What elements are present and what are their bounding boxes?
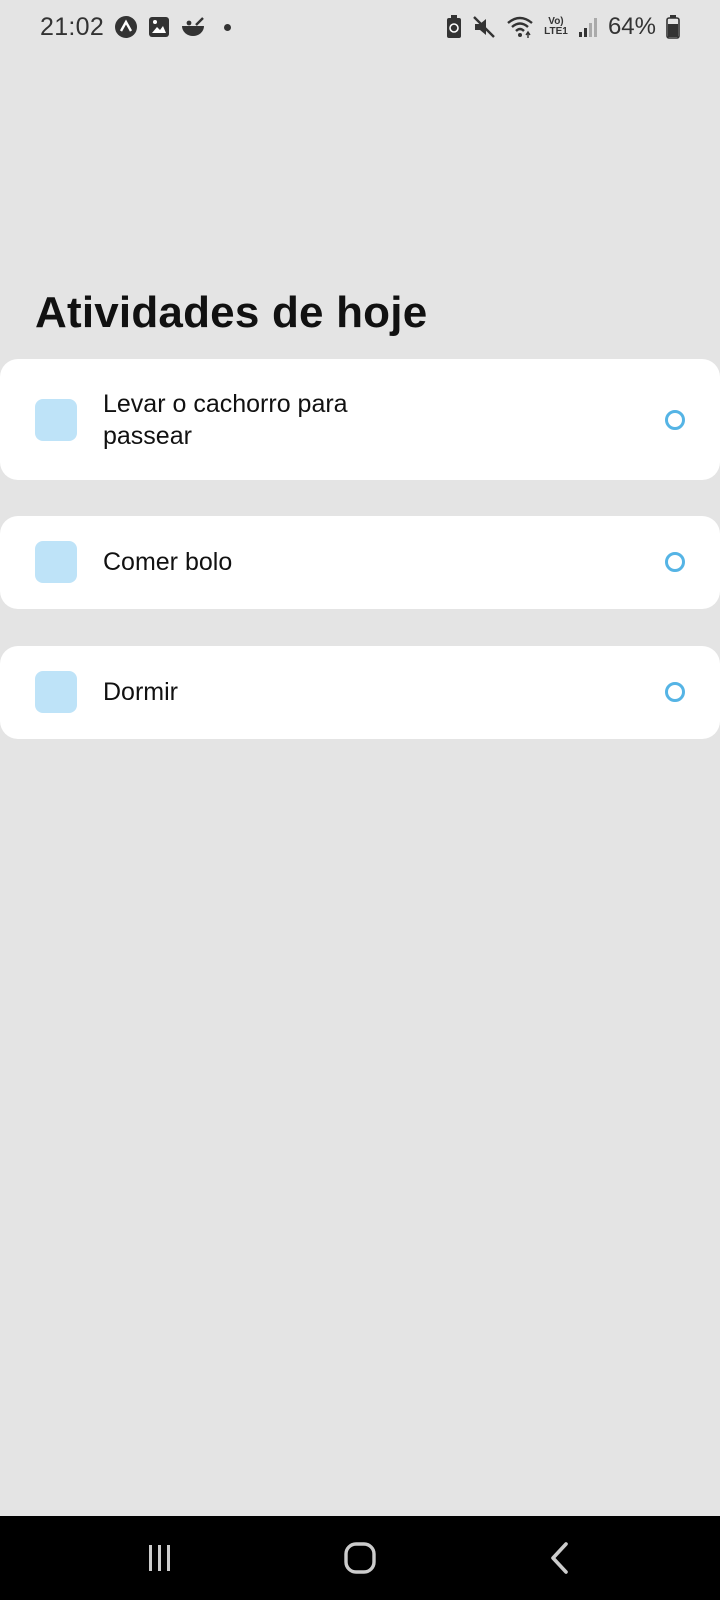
volte-icon: Vo) LTE1 (544, 16, 568, 37)
status-time: 21:02 (40, 12, 105, 41)
task-square[interactable] (35, 541, 77, 583)
page-title: Atividades de hoje (35, 288, 428, 337)
recents-icon (149, 1545, 170, 1571)
task-text: Dormir (103, 678, 178, 706)
battery-saver-icon (446, 15, 462, 39)
gallery-icon (148, 16, 170, 38)
signal-icon (578, 16, 598, 38)
task-status-circle[interactable] (665, 410, 685, 430)
recents-button[interactable] (120, 1528, 200, 1588)
task-status-circle[interactable] (665, 682, 685, 702)
wifi-icon (506, 15, 534, 39)
status-bar: 21:02 Vo) LTE1 64% (0, 0, 720, 54)
back-icon (551, 1542, 568, 1574)
back-button[interactable] (520, 1528, 600, 1588)
app-notification-icon (114, 15, 138, 39)
navigation-bar (0, 1516, 720, 1600)
status-right: Vo) LTE1 64% (446, 13, 680, 41)
task-card[interactable]: Levar o cachorro para passear (0, 359, 720, 480)
task-text: Comer bolo (103, 548, 233, 576)
mute-icon (472, 15, 496, 39)
bowl-icon (180, 16, 206, 38)
status-left: 21:02 (40, 12, 232, 42)
task-text: Levar o cachorro para passear (103, 390, 348, 450)
battery-icon (666, 15, 680, 39)
task-square[interactable] (35, 671, 77, 713)
home-icon (344, 1542, 376, 1574)
task-status-circle[interactable] (665, 552, 685, 572)
notification-dot (224, 23, 232, 31)
home-button[interactable] (320, 1528, 400, 1588)
screen: 21:02 Vo) LTE1 64% Atividades de hoje Le… (0, 0, 720, 1600)
task-card[interactable]: Comer bolo (0, 516, 720, 609)
task-card[interactable]: Dormir (0, 646, 720, 739)
task-square[interactable] (35, 399, 77, 441)
battery-percent: 64% (607, 13, 656, 40)
